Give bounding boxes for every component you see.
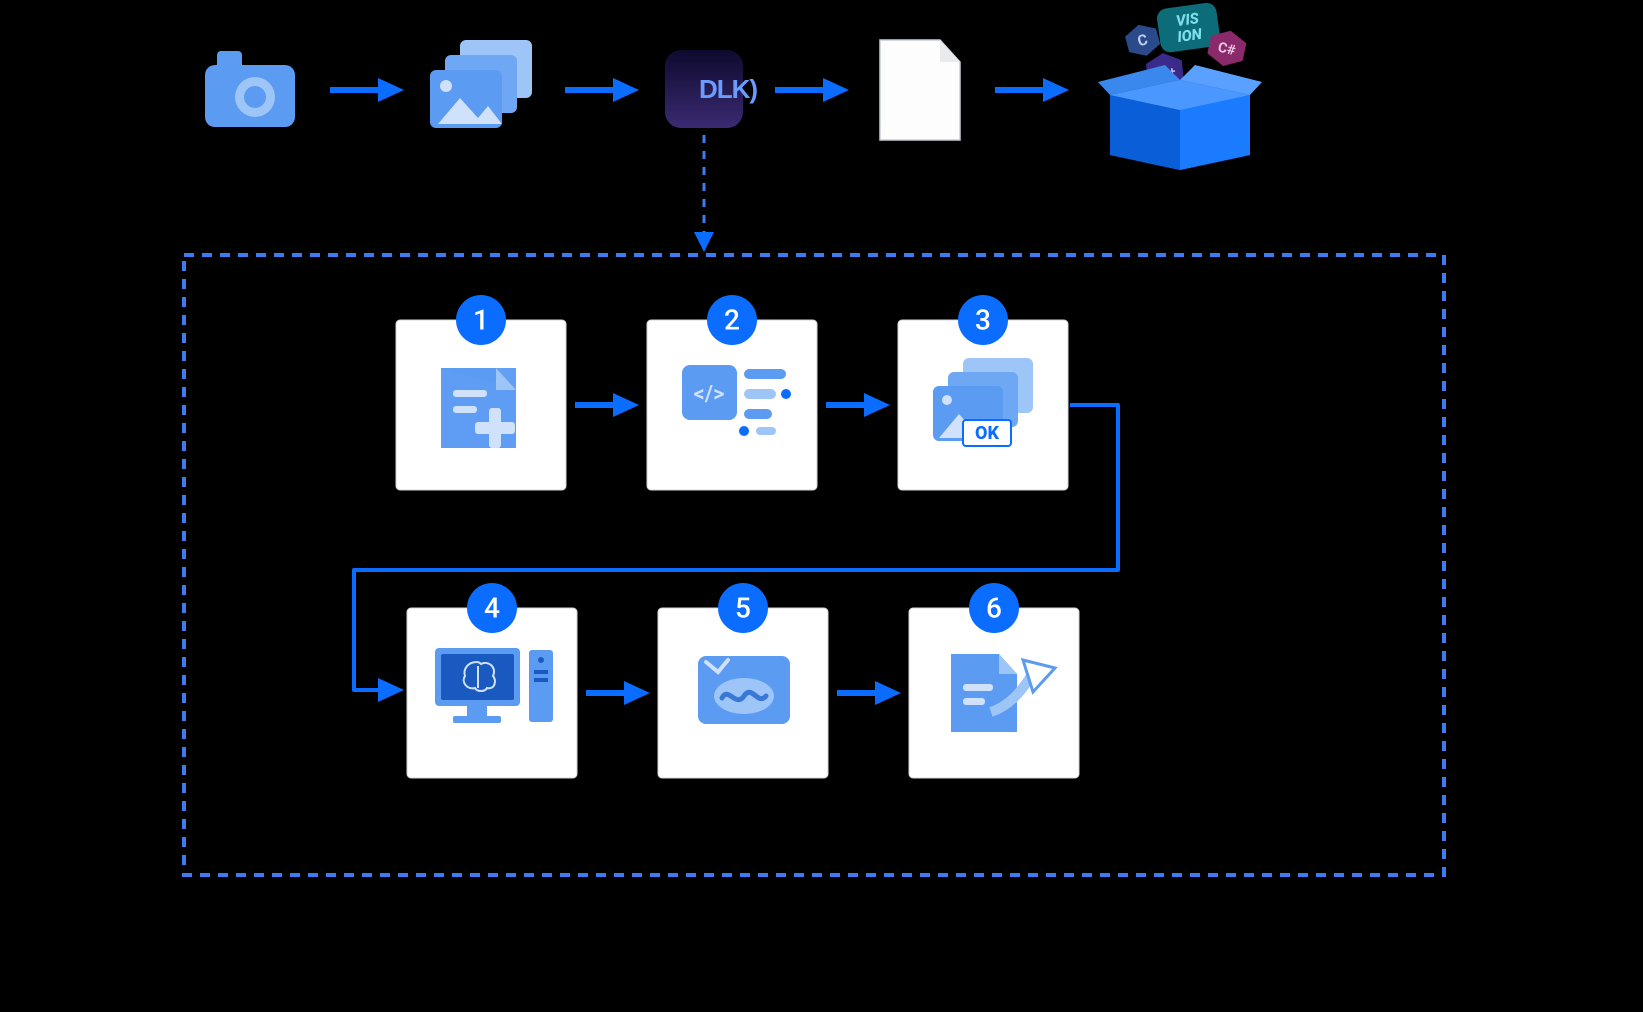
arrow-icon bbox=[565, 78, 639, 102]
connector-arrowhead bbox=[378, 678, 404, 702]
dlk-app-icon: DLK) bbox=[665, 50, 757, 128]
svg-text:</>: </> bbox=[694, 382, 725, 407]
step-number: 2 bbox=[724, 304, 740, 337]
camera-icon bbox=[205, 51, 295, 127]
step-number: 5 bbox=[735, 592, 751, 625]
step-number: 6 bbox=[986, 592, 1002, 625]
step-number: 1 bbox=[473, 304, 489, 337]
blank-file-icon bbox=[880, 40, 960, 140]
image-stack-icon bbox=[430, 40, 532, 128]
new-project-icon bbox=[441, 368, 516, 448]
arrow-icon bbox=[775, 78, 849, 102]
step-number: 3 bbox=[975, 304, 991, 337]
arrow-icon bbox=[826, 393, 890, 417]
arrow-icon bbox=[586, 681, 650, 705]
arrow-icon bbox=[837, 681, 901, 705]
dlk-label: DLK) bbox=[699, 74, 757, 104]
diagram-canvas: DLK) VIS ION C C# bbox=[0, 0, 1643, 1012]
sdk-box-icon: VIS ION C C# C++ bbox=[1098, 2, 1262, 170]
step-card-6: 6 bbox=[909, 583, 1079, 778]
ok-label: OK bbox=[975, 423, 999, 444]
vision-label-2: ION bbox=[1176, 25, 1204, 46]
step-number: 4 bbox=[484, 592, 500, 625]
dashed-arrowhead bbox=[694, 232, 714, 252]
step-card-2: 2 </> bbox=[647, 295, 817, 490]
step-card-5: 5 bbox=[658, 583, 828, 778]
arrow-icon bbox=[995, 78, 1069, 102]
arrow-icon bbox=[575, 393, 639, 417]
verify-signature-icon bbox=[698, 656, 790, 724]
arrow-icon bbox=[330, 78, 404, 102]
step-card-3: 3 OK bbox=[898, 295, 1068, 490]
step-card-1: 1 bbox=[396, 295, 566, 490]
step-card-4: 4 bbox=[407, 583, 577, 778]
